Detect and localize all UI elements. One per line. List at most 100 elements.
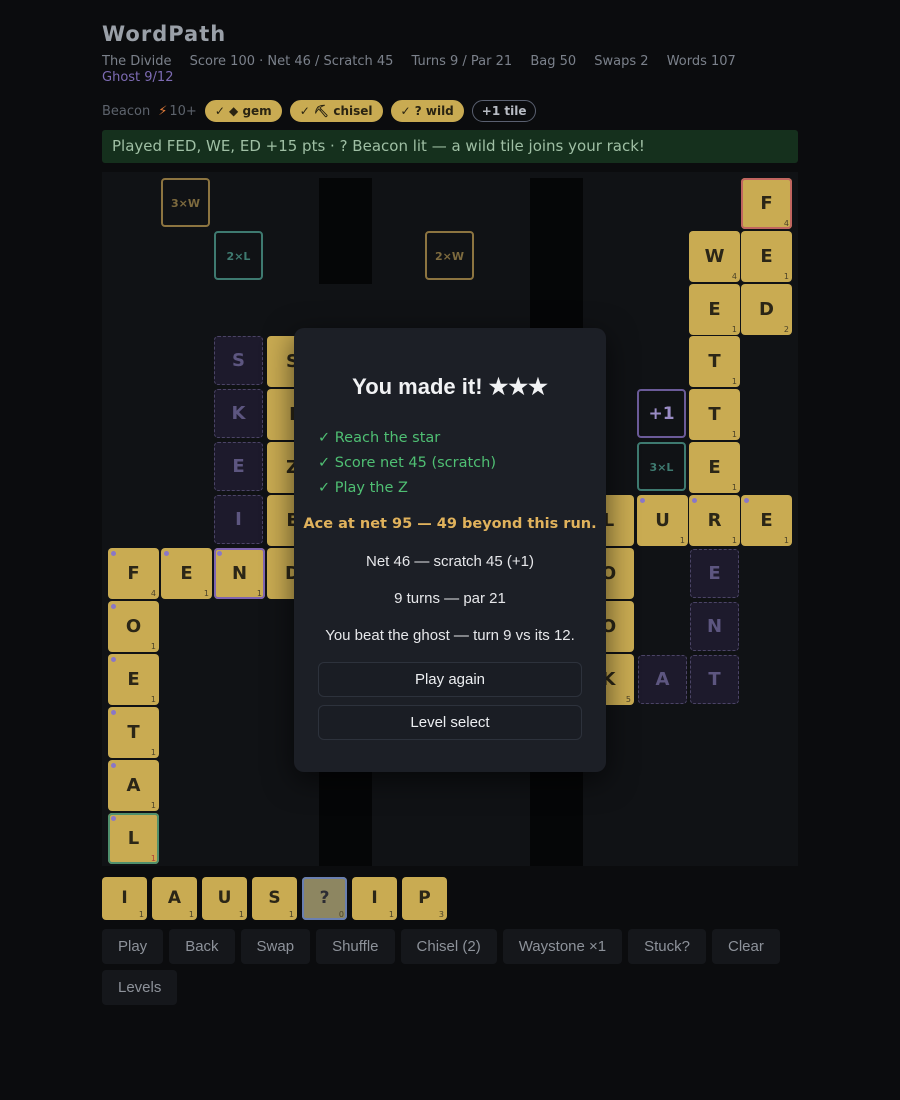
board-tile[interactable]: T1 xyxy=(689,336,740,387)
extra-tile-pill: +1 tile xyxy=(471,100,537,122)
blocked-cell xyxy=(319,178,372,231)
tile-points: 1 xyxy=(203,589,209,598)
board-tile[interactable]: E1 xyxy=(161,548,212,599)
bag-stat: Bag 50 xyxy=(530,54,577,69)
wild-rack-tile[interactable]: ? 0 xyxy=(302,877,347,920)
stuck-button[interactable]: Stuck? xyxy=(628,929,706,964)
board-tile[interactable]: F4 xyxy=(741,178,792,229)
board-tile[interactable]: D2 xyxy=(741,284,792,335)
rack-tile[interactable]: P3 xyxy=(402,877,447,920)
tile-letter: E xyxy=(760,246,773,267)
dialog-title: You made it! ★★★ xyxy=(352,374,548,399)
tile-points: 4 xyxy=(150,589,156,598)
waystone-button[interactable]: Waystone ×1 xyxy=(502,929,623,964)
triple-word-bonus[interactable]: 3×W xyxy=(161,178,210,227)
board-tile[interactable]: U1 xyxy=(637,495,688,546)
play-again-button[interactable]: Play again xyxy=(318,662,582,697)
words-stat: Words 107 xyxy=(666,54,736,69)
tile-points: 1 xyxy=(150,748,156,757)
back-button[interactable]: Back xyxy=(169,929,235,964)
tile-points: 0 xyxy=(338,910,344,919)
tile-points: 1 xyxy=(288,910,294,919)
played-dot xyxy=(111,604,116,609)
tile-points: 2 xyxy=(783,325,789,334)
ghost-tile: K xyxy=(214,389,263,438)
double-letter-bonus[interactable]: 2×L xyxy=(214,231,263,280)
board-tile[interactable]: F4 xyxy=(108,548,159,599)
tile-letter: W xyxy=(704,246,725,267)
tile-letter: E xyxy=(180,563,193,584)
level-select-button[interactable]: Level select xyxy=(318,705,582,740)
beacon-threshold: 10+ xyxy=(169,103,197,119)
double-word-bonus[interactable]: 2×W xyxy=(425,231,474,280)
beacon-row: Beacon ⚡ 10+ ✓ ◆ gem ✓ ⛏ chisel ✓ ? wild… xyxy=(102,100,537,122)
played-dot xyxy=(640,498,645,503)
ghost-tile: A xyxy=(638,655,687,704)
tile-letter: E xyxy=(127,669,140,690)
tile-letter: T xyxy=(708,404,721,425)
played-dot xyxy=(111,816,116,821)
level-name: The Divide xyxy=(102,54,172,69)
tile-points: 4 xyxy=(731,272,737,281)
shuffle-button[interactable]: Shuffle xyxy=(316,929,395,964)
ghost-tile: S xyxy=(214,336,263,385)
tile-letter: O xyxy=(125,616,142,637)
tile-points: 1 xyxy=(731,325,737,334)
score-stat: Score 100 · Net 46 / Scratch 45 xyxy=(189,54,394,69)
play-button[interactable]: Play xyxy=(102,929,164,964)
rack-tile[interactable]: I1 xyxy=(352,877,397,920)
board-tile[interactable]: N1 xyxy=(214,548,265,599)
tile-points: 1 xyxy=(256,589,262,598)
ace-note: Ace at net 95 — 49 beyond this run. xyxy=(303,516,597,532)
swap-button[interactable]: Swap xyxy=(240,929,311,964)
board-tile[interactable]: E1 xyxy=(108,654,159,705)
tile-letter: U xyxy=(655,510,670,531)
board-tile[interactable]: R1 xyxy=(689,495,740,546)
triple-letter-bonus[interactable]: 3×L xyxy=(637,442,686,491)
message-banner: Played FED, WE, ED +15 pts · ? Beacon li… xyxy=(102,130,798,163)
rack-tile[interactable]: A1 xyxy=(152,877,197,920)
tile-points: 1 xyxy=(731,536,737,545)
chisel-button[interactable]: Chisel (2) xyxy=(400,929,497,964)
ghost-tile: E xyxy=(214,442,263,491)
tile-points: 1 xyxy=(388,910,394,919)
tile-letter: I xyxy=(121,888,128,908)
tile-points: 4 xyxy=(783,219,789,228)
played-dot xyxy=(217,551,222,556)
board-tile[interactable]: E1 xyxy=(689,284,740,335)
ghost-tile: I xyxy=(214,495,263,544)
board-tile[interactable]: W4 xyxy=(689,231,740,282)
goal-item: ✓ Score net 45 (scratch) xyxy=(318,455,496,471)
played-dot xyxy=(111,657,116,662)
levels-button[interactable]: Levels xyxy=(102,970,178,1005)
board-tile[interactable]: L1 xyxy=(108,813,159,864)
rack-tile[interactable]: I1 xyxy=(102,877,147,920)
chisel-pill: ✓ ⛏ chisel xyxy=(289,100,383,122)
plus-one-bonus[interactable]: +1 xyxy=(637,389,686,438)
tile-points: 3 xyxy=(438,910,444,919)
tile-rack: I1 A1 U1 S1 ? 0 I1 P3 xyxy=(102,877,447,920)
board-tile[interactable]: A1 xyxy=(108,760,159,811)
board-tile[interactable]: O1 xyxy=(108,601,159,652)
rack-tile[interactable]: U1 xyxy=(202,877,247,920)
goal-item: ✓ Play the Z xyxy=(318,480,408,496)
tile-letter: L xyxy=(127,828,140,849)
tile-letter: D xyxy=(759,299,774,320)
win-dialog: You made it! ★★★ ✓ Reach the star ✓ Scor… xyxy=(294,328,606,772)
board-tile[interactable]: E1 xyxy=(741,495,792,546)
goal-list: ✓ Reach the star ✓ Score net 45 (scratch… xyxy=(318,426,496,501)
tile-letter: R xyxy=(707,510,722,531)
clear-button[interactable]: Clear xyxy=(711,929,780,964)
tile-points: 1 xyxy=(238,910,244,919)
board-tile[interactable]: E1 xyxy=(741,231,792,282)
board-tile[interactable]: T1 xyxy=(689,389,740,440)
tile-letter: E xyxy=(708,457,721,478)
tile-points: 1 xyxy=(150,801,156,810)
board-tile[interactable]: E1 xyxy=(689,442,740,493)
board-tile[interactable]: T1 xyxy=(108,707,159,758)
ghost-summary: You beat the ghost — turn 9 vs its 12. xyxy=(325,627,575,644)
tile-letter: U xyxy=(217,888,232,908)
rack-tile[interactable]: S1 xyxy=(252,877,297,920)
blocked-cell xyxy=(530,178,583,231)
blocked-cell xyxy=(530,813,583,866)
